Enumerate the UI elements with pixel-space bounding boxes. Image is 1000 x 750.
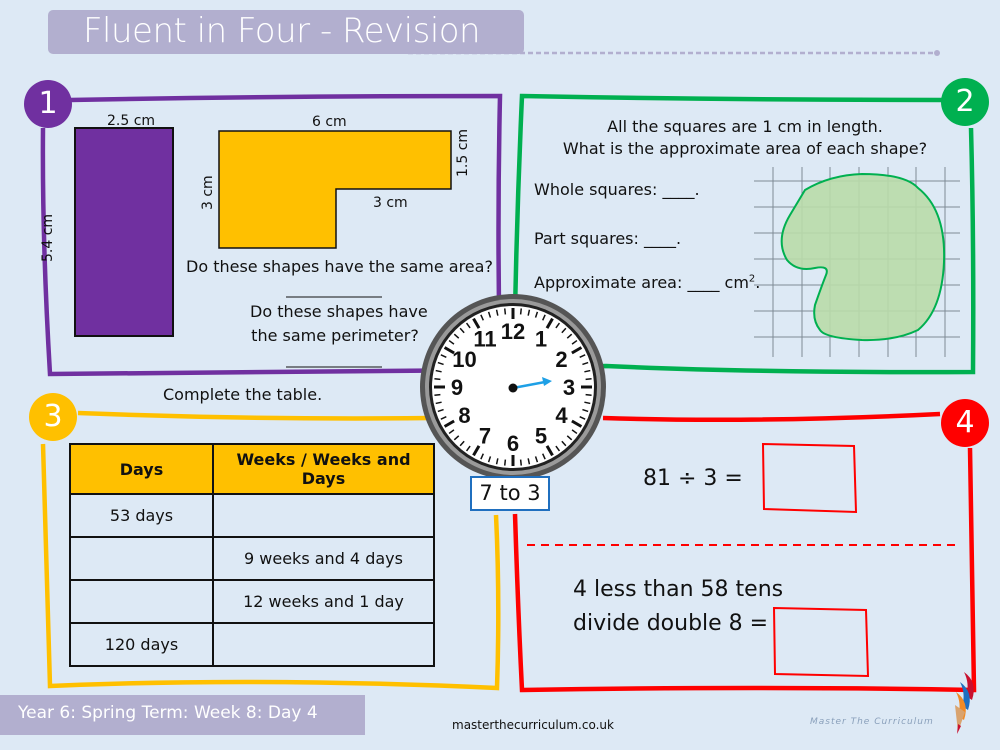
equation-word-line2: divide double 8 = <box>573 611 769 636</box>
days-weeks-table: Days Weeks / Weeks and Days 53 days 9 we… <box>69 443 435 667</box>
clock-number: 7 <box>479 423 491 448</box>
purple-rectangle <box>74 127 174 337</box>
clock-number: 2 <box>555 347 567 372</box>
clock-tick-minor <box>434 393 441 397</box>
header-line-end-dot <box>934 50 940 56</box>
whole-squares-prompt: Whole squares: ____. <box>534 180 700 199</box>
clock-number: 8 <box>458 403 470 428</box>
lshape-inner-label: 3 cm <box>373 195 408 211</box>
table-header-weeks: Weeks / Weeks and Days <box>212 443 435 495</box>
table-cell-weeks[interactable]: 12 weeks and 1 day <box>212 579 435 624</box>
irregular-shape <box>780 172 946 342</box>
clock-center <box>508 383 518 393</box>
section-badge-3: 3 <box>29 393 77 441</box>
clock-number: 12 <box>501 319 525 344</box>
lshape-left-label: 3 cm <box>200 175 216 210</box>
lshape-top-label: 6 cm <box>312 114 347 130</box>
pencil-logo-icon <box>955 672 974 734</box>
q3-instruction: Complete the table. <box>163 385 323 404</box>
analog-clock: 12 1234567891011 <box>420 294 606 480</box>
clock-number: 6 <box>507 431 519 456</box>
clock-number: 1 <box>535 327 547 352</box>
clock-number: 3 <box>563 375 575 400</box>
page-title: Fluent in Four - Revision <box>83 11 481 51</box>
table-row: 120 days <box>69 622 435 667</box>
clock-number: 11 <box>473 327 496 352</box>
rect-width-label: 2.5 cm <box>107 113 156 129</box>
clock-number: 4 <box>555 403 568 428</box>
answer-box-2 <box>772 606 870 678</box>
section-badge-1: 1 <box>24 80 72 128</box>
clock-tick-minor <box>503 459 507 466</box>
approx-area-period: . <box>755 273 761 292</box>
table-cell-days[interactable] <box>69 579 214 624</box>
clock-tick-minor <box>503 308 507 315</box>
q2-instruction-line2: What is the approximate area of each sha… <box>562 139 928 158</box>
clock-number: 5 <box>535 423 547 448</box>
approx-area-prompt: Approximate area: ____ cm2. <box>534 273 760 292</box>
equation-division: 81 ÷ 3 = <box>643 466 743 491</box>
section4-frame <box>512 411 977 693</box>
question-same-area: Do these shapes have the same area? <box>186 257 493 276</box>
yellow-l-shape <box>218 130 452 249</box>
table-cell-weeks[interactable] <box>212 493 435 538</box>
part-squares-prompt: Part squares: ____. <box>534 229 682 248</box>
clock-tick-minor <box>585 393 592 397</box>
table-cell-weeks[interactable]: 9 weeks and 4 days <box>212 536 435 581</box>
clock-time-label: 7 to 3 <box>470 476 550 511</box>
clock-tick-minor <box>434 377 441 381</box>
table-cell-days[interactable]: 120 days <box>69 622 214 667</box>
clock-tick-minor <box>519 308 523 315</box>
rect-height-label: 5.4 cm <box>40 213 56 262</box>
lesson-label: Year 6: Spring Term: Week 8: Day 4 <box>18 703 318 723</box>
table-cell-weeks[interactable] <box>212 622 435 667</box>
table-header-days: Days <box>69 443 214 495</box>
question-perimeter-line1: Do these shapes have <box>250 302 428 321</box>
table-row: 53 days <box>69 493 435 538</box>
table-cell-days[interactable]: 53 days <box>69 493 214 538</box>
clock-tick-minor <box>519 459 523 466</box>
brand-wordmark: Master The Curriculum <box>810 717 934 727</box>
q2-instruction-line1: All the squares are 1 cm in length. <box>607 117 883 136</box>
clock-number: 9 <box>451 375 463 400</box>
section-badge-4: 4 <box>941 399 989 447</box>
table-row: 12 weeks and 1 day <box>69 579 435 624</box>
table-row: 9 weeks and 4 days <box>69 536 435 581</box>
website-link[interactable]: masterthecurriculum.co.uk <box>452 718 614 732</box>
answer-box-1 <box>761 442 858 514</box>
table-header-row: Days Weeks / Weeks and Days <box>69 443 435 495</box>
question-perimeter-line2: the same perimeter? <box>251 326 419 345</box>
table-cell-days[interactable] <box>69 536 214 581</box>
lshape-right-label: 1.5 cm <box>455 128 471 177</box>
clock-tick-minor <box>585 377 592 381</box>
equation-word-line1: 4 less than 58 tens <box>573 577 784 602</box>
approx-area-text: Approximate area: ____ cm <box>534 273 749 292</box>
